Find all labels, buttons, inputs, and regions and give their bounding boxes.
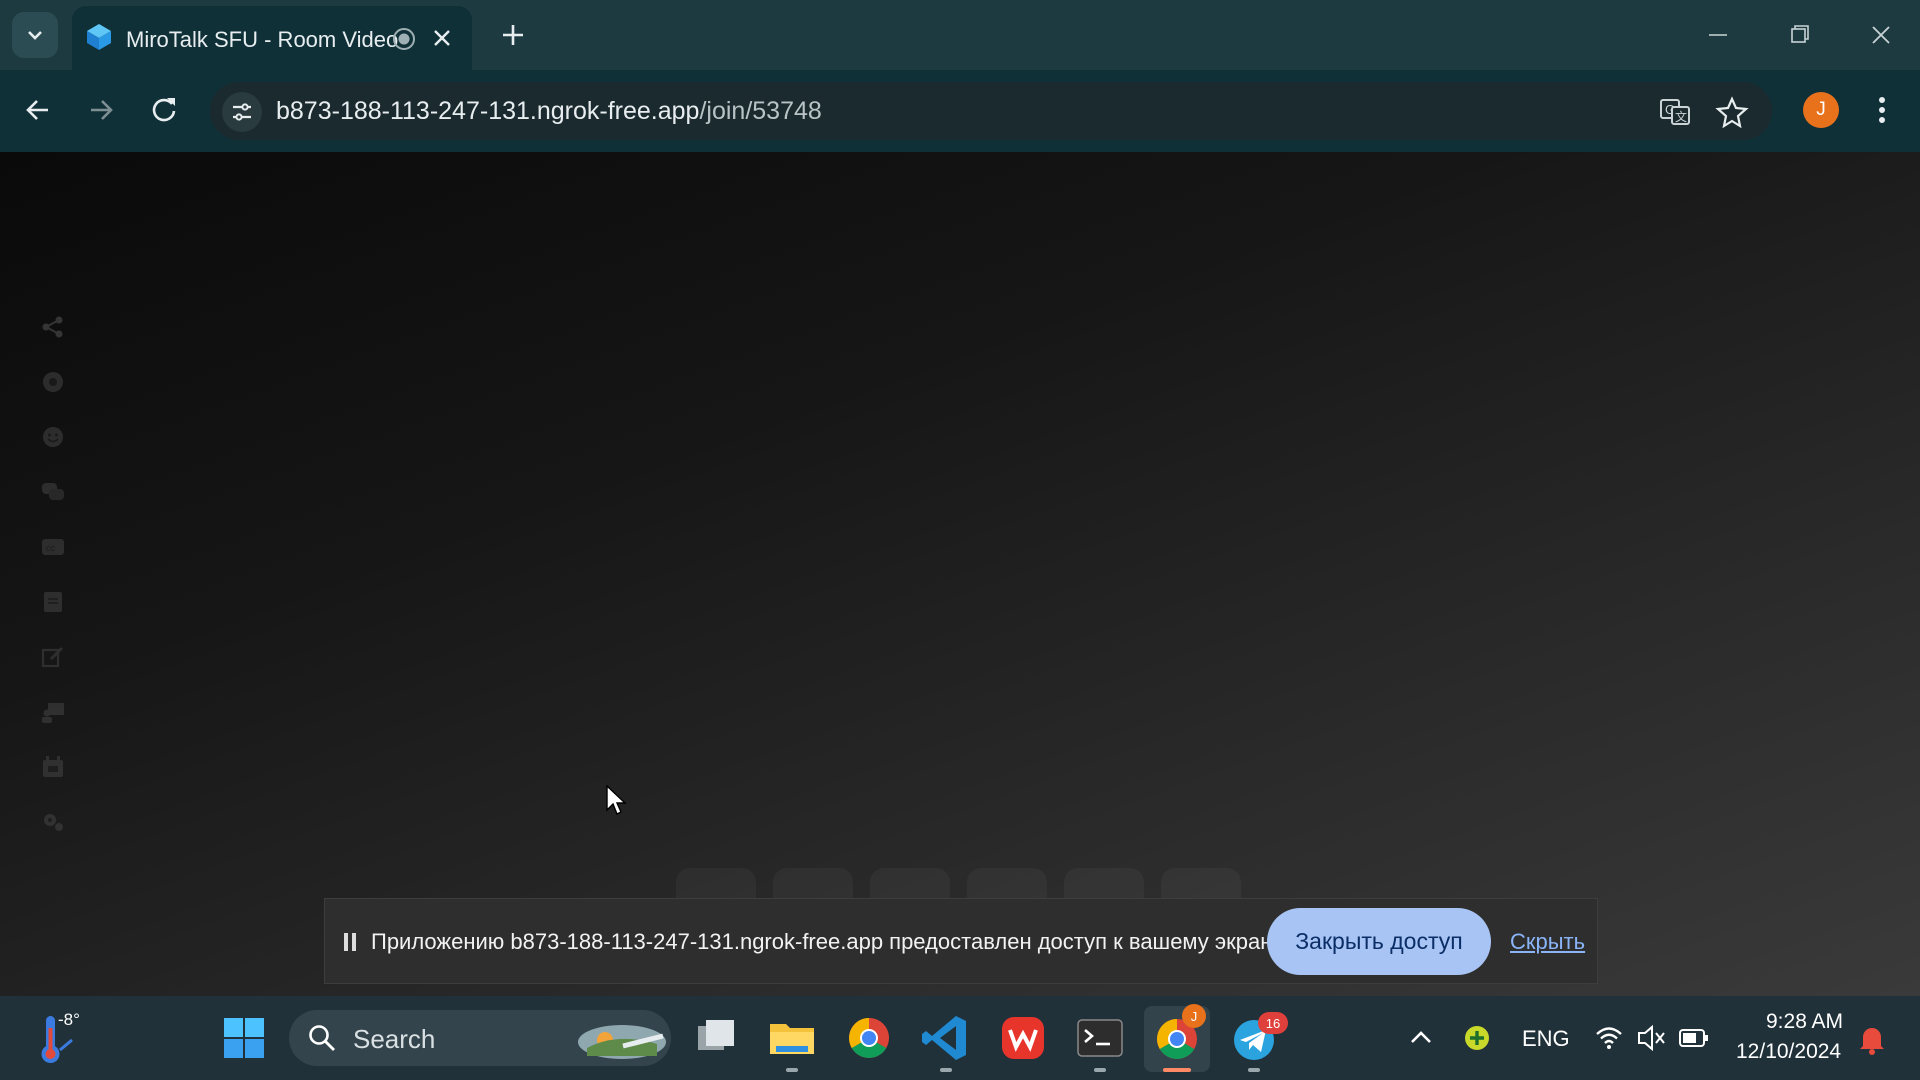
- translate-icon[interactable]: G文: [1658, 95, 1692, 129]
- chat-icon[interactable]: [40, 479, 66, 505]
- wps-office-icon[interactable]: [995, 1010, 1051, 1066]
- media-recording-icon: [393, 28, 415, 50]
- close-tab-icon[interactable]: [430, 26, 454, 50]
- forward-arrow-icon[interactable]: [83, 92, 119, 128]
- whiteboard-icon[interactable]: [40, 644, 66, 670]
- address-bar[interactable]: b873-188-113-247-131.ngrok-free.app/join…: [210, 82, 1772, 140]
- url-host: b873-188-113-247-131.ngrok-free.app: [276, 97, 700, 125]
- clock-time[interactable]: 9:28 AM: [1766, 1010, 1843, 1034]
- mouse-cursor-icon: [606, 785, 627, 815]
- search-highlight-image-icon: [578, 1025, 666, 1059]
- tab-search-button[interactable]: [12, 12, 58, 58]
- wifi-icon[interactable]: [1594, 1010, 1624, 1066]
- terminal-icon[interactable]: [1072, 1010, 1128, 1066]
- new-tab-icon[interactable]: [498, 20, 528, 50]
- poll-icon[interactable]: [40, 754, 66, 780]
- volume-muted-icon[interactable]: [1636, 1010, 1666, 1066]
- clock-date[interactable]: 12/10/2024: [1736, 1040, 1841, 1064]
- share-message: Приложению b873-188-113-247-131.ngrok-fr…: [371, 929, 1288, 954]
- settings-icon[interactable]: [40, 808, 66, 834]
- browser-tab-strip: MiroTalk SFU - Room Video: [0, 0, 1920, 70]
- svg-text:文: 文: [1675, 109, 1687, 124]
- vscode-icon[interactable]: [918, 1010, 974, 1066]
- running-indicator: [940, 1068, 952, 1072]
- share-icon[interactable]: [40, 314, 66, 340]
- emoji-icon[interactable]: [40, 424, 66, 450]
- page-viewport: cc Приложению b873-188-113-247-131.ngrok…: [0, 152, 1920, 996]
- screen-share-notification: Приложению b873-188-113-247-131.ngrok-fr…: [324, 898, 1598, 984]
- pause-icon: [344, 933, 356, 951]
- weather-widget[interactable]: -8°: [30, 1010, 110, 1066]
- file-explorer-icon[interactable]: [764, 1010, 820, 1066]
- search-placeholder: Search: [353, 1024, 436, 1054]
- running-indicator: [1094, 1068, 1106, 1072]
- telegram-unread-badge: 16: [1258, 1012, 1288, 1034]
- running-indicator: [786, 1068, 798, 1072]
- svg-text:cc: cc: [46, 543, 56, 553]
- chevron-up-icon[interactable]: [1406, 1010, 1436, 1066]
- close-window-icon[interactable]: [1866, 20, 1896, 50]
- chevron-down-icon: [28, 31, 42, 40]
- search-icon: [309, 1025, 335, 1051]
- windows-start-icon[interactable]: [216, 1010, 272, 1066]
- tune-icon: [233, 103, 251, 121]
- chrome-icon[interactable]: [841, 1010, 897, 1066]
- weather-temperature: -8°: [58, 1010, 80, 1029]
- more-menu-icon[interactable]: [1868, 90, 1896, 130]
- stop-sharing-button[interactable]: Закрыть доступ: [1267, 908, 1491, 975]
- bookmark-star-icon[interactable]: [1715, 95, 1749, 129]
- active-indicator: [1163, 1068, 1191, 1072]
- running-indicator: [1248, 1068, 1260, 1072]
- url-path: /join/53748: [699, 97, 822, 125]
- browser-toolbar: b873-188-113-247-131.ngrok-free.app/join…: [0, 70, 1920, 152]
- minimize-window-icon[interactable]: [1703, 20, 1733, 50]
- url-text[interactable]: b873-188-113-247-131.ngrok-free.app/join…: [276, 97, 822, 126]
- site-info-button[interactable]: [222, 92, 262, 132]
- reload-icon[interactable]: [146, 92, 182, 128]
- chrome-profile-badge: J: [1182, 1004, 1206, 1028]
- language-indicator[interactable]: ENG: [1522, 1026, 1570, 1052]
- taskbar-search[interactable]: Search: [289, 1010, 671, 1066]
- task-view-icon[interactable]: [688, 1010, 744, 1066]
- chrome-profile-app[interactable]: J: [1144, 1004, 1210, 1072]
- notification-bell-icon[interactable]: [1857, 1010, 1887, 1066]
- captions-icon[interactable]: cc: [40, 534, 66, 560]
- browser-tab-active[interactable]: MiroTalk SFU - Room Video: [72, 6, 472, 70]
- presenter-icon[interactable]: [40, 699, 66, 725]
- record-icon[interactable]: [40, 369, 66, 395]
- mirotalk-favicon-icon: [87, 24, 111, 50]
- battery-icon[interactable]: [1678, 1010, 1710, 1066]
- profile-avatar[interactable]: J: [1803, 92, 1839, 128]
- tray-app-icon[interactable]: [1462, 1010, 1492, 1066]
- restore-window-icon[interactable]: [1785, 20, 1815, 50]
- back-arrow-icon[interactable]: [20, 92, 56, 128]
- hide-link[interactable]: Скрыть: [1510, 929, 1585, 955]
- taskbar: -8° Search J 16 ENG 9:28 AM 12/10/2024: [0, 996, 1920, 1080]
- notes-icon[interactable]: [40, 589, 66, 615]
